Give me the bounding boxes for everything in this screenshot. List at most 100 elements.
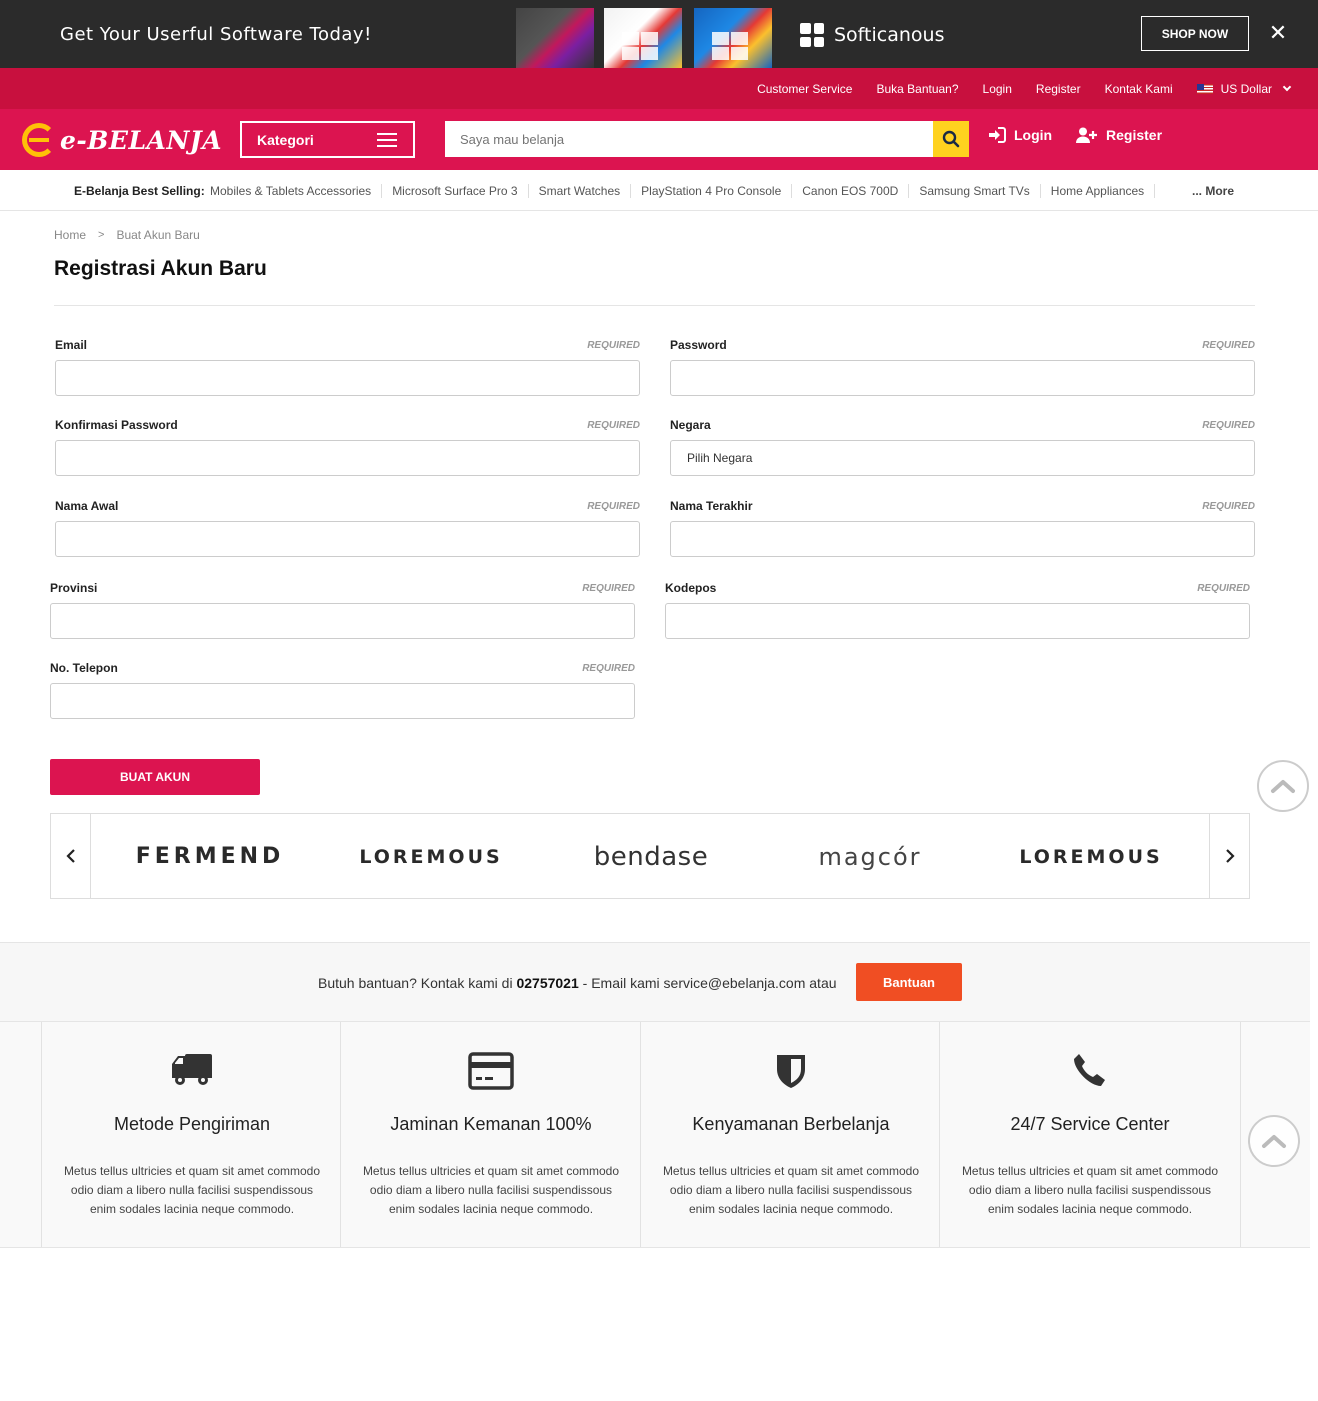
best-selling-label: E-Belanja Best Selling: — [74, 184, 205, 198]
promo-banner[interactable]: Get Your Userful Software Today! Softica… — [0, 0, 1318, 68]
top-links-bar: Customer Service Buka Bantuan? Login Reg… — [0, 68, 1318, 109]
shield-icon — [777, 1055, 805, 1088]
best-selling-item[interactable]: PlayStation 4 Pro Console — [631, 184, 793, 198]
header-login-link[interactable]: Login — [988, 127, 1052, 143]
help-phone: 02757021 — [516, 975, 579, 991]
shop-now-button[interactable]: SHOP NOW — [1141, 16, 1249, 51]
best-selling-item[interactable]: Smart Watches — [529, 184, 632, 198]
chevron-down-icon — [1282, 82, 1292, 91]
email-field[interactable] — [55, 360, 640, 396]
header-register-label: Register — [1106, 127, 1163, 143]
feature-title: Jaminan Kemanan 100% — [390, 1114, 592, 1134]
brand-logo[interactable]: bendase — [551, 842, 751, 872]
software-box — [694, 8, 772, 68]
best-selling-item[interactable]: Mobiles & Tablets Accessories — [210, 184, 383, 198]
feature-card: Metode Pengiriman Metus tellus ultricies… — [41, 1022, 341, 1247]
site-logo[interactable]: e-BELANJA — [22, 121, 222, 159]
feature-card: Jaminan Kemanan 100% Metus tellus ultric… — [340, 1022, 640, 1247]
feature-description: Metus tellus ultricies et quam sit amet … — [961, 1164, 1219, 1216]
divider — [1240, 1022, 1241, 1247]
password-label: Password — [670, 338, 727, 352]
contact-link[interactable]: Kontak Kami — [1105, 82, 1173, 96]
required-tag: REQUIRED — [1202, 501, 1255, 512]
sign-in-icon — [989, 127, 1006, 143]
breadcrumb: Home > Buat Akun Baru — [54, 228, 200, 242]
software-box — [516, 8, 594, 68]
required-tag: REQUIRED — [582, 583, 635, 594]
best-selling-item[interactable]: Canon EOS 700D — [792, 184, 910, 198]
postal-code-field[interactable] — [665, 603, 1250, 639]
help-suffix: - Email kami service@ebelanja.com atau — [578, 975, 837, 991]
chevron-left-icon — [65, 849, 75, 863]
help-button[interactable]: Bantuan — [856, 963, 962, 1001]
best-selling-item[interactable]: Microsoft Surface Pro 3 — [382, 184, 529, 198]
chevron-right-icon — [1225, 849, 1235, 863]
brand-logo[interactable]: magcór — [770, 842, 970, 872]
us-flag-icon — [1196, 83, 1213, 94]
carousel-next-button[interactable] — [1209, 814, 1249, 898]
best-selling-item[interactable]: Home Appliances — [1041, 184, 1156, 198]
breadcrumb-home[interactable]: Home — [54, 228, 86, 242]
search-bar — [445, 121, 969, 157]
divider — [54, 305, 1255, 306]
last-name-field[interactable] — [670, 521, 1255, 557]
brand-logo[interactable]: LOREMOUS — [331, 842, 531, 872]
help-bar: Butuh bantuan? Kontak kami di 02757021 -… — [0, 942, 1310, 1022]
scroll-to-top-button[interactable] — [1257, 760, 1309, 812]
more-link[interactable]: ... More — [1192, 184, 1234, 198]
feature-title: Kenyamanan Berbelanja — [692, 1114, 890, 1134]
features-section: Metode Pengiriman Metus tellus ultricies… — [0, 1022, 1310, 1248]
first-name-label: Nama Awal — [55, 499, 119, 513]
feature-title: Metode Pengiriman — [113, 1114, 271, 1134]
carousel-prev-button[interactable] — [51, 814, 91, 898]
software-box — [604, 8, 682, 68]
required-tag: REQUIRED — [1197, 583, 1250, 594]
brand-logo[interactable]: FERMEND — [110, 842, 310, 872]
feature-description: Metus tellus ultricies et quam sit amet … — [362, 1164, 620, 1216]
create-account-button[interactable]: BUAT AKUN — [50, 759, 260, 795]
currency-selector[interactable]: US Dollar — [1196, 82, 1292, 96]
header-register-link[interactable]: Register — [1076, 127, 1162, 143]
country-select[interactable]: Pilih Negara — [670, 440, 1255, 476]
feature-title: 24/7 Service Center — [1010, 1114, 1170, 1134]
required-tag: REQUIRED — [587, 501, 640, 512]
province-label: Provinsi — [50, 581, 98, 595]
top-login-link[interactable]: Login — [983, 82, 1012, 96]
brand-carousel: FERMEND LOREMOUS bendase magcór LOREMOUS — [50, 813, 1250, 899]
header-login-label: Login — [1014, 127, 1053, 143]
breadcrumb-separator: > — [98, 229, 105, 241]
menu-icon — [377, 133, 397, 147]
software-boxes-image — [516, 8, 772, 68]
country-selected-value: Pilih Negara — [687, 451, 753, 465]
chevron-up-icon — [1271, 780, 1295, 793]
customer-service-link[interactable]: Customer Service — [757, 82, 852, 96]
feature-card: 24/7 Service Center Metus tellus ultrici… — [939, 1022, 1239, 1247]
brand-logo[interactable]: LOREMOUS — [991, 842, 1191, 872]
confirm-password-field[interactable] — [55, 440, 640, 476]
phone-field[interactable] — [50, 683, 635, 719]
logo-text: e-BELANJA — [60, 125, 223, 155]
phone-label: No. Telepon — [50, 661, 118, 675]
feature-card: Kenyamanan Berbelanja Metus tellus ultri… — [640, 1022, 940, 1247]
truck-icon — [172, 1054, 212, 1085]
first-name-field[interactable] — [55, 521, 640, 557]
page: Get Your Userful Software Today! Softica… — [0, 0, 1318, 1401]
user-plus-icon — [1076, 127, 1097, 143]
required-tag: REQUIRED — [587, 420, 640, 431]
windows-logo-icon — [800, 23, 824, 47]
confirm-password-label: Konfirmasi Password — [55, 418, 178, 432]
close-icon[interactable]: ✕ — [1266, 22, 1290, 46]
feature-description: Metus tellus ultricies et quam sit amet … — [662, 1164, 920, 1216]
search-button[interactable] — [933, 121, 969, 157]
best-selling-list: Mobiles & Tablets Accessories Microsoft … — [210, 184, 1156, 198]
password-field[interactable] — [670, 360, 1255, 396]
category-menu-button[interactable]: Kategori — [240, 121, 415, 158]
scroll-to-top-button[interactable] — [1248, 1115, 1300, 1167]
best-selling-item[interactable]: Samsung Smart TVs — [909, 184, 1041, 198]
help-link[interactable]: Buka Bantuan? — [876, 82, 958, 96]
last-name-label: Nama Terakhir — [670, 499, 753, 513]
top-register-link[interactable]: Register — [1036, 82, 1081, 96]
search-input[interactable] — [445, 121, 933, 157]
province-field[interactable] — [50, 603, 635, 639]
breadcrumb-current: Buat Akun Baru — [116, 228, 200, 242]
